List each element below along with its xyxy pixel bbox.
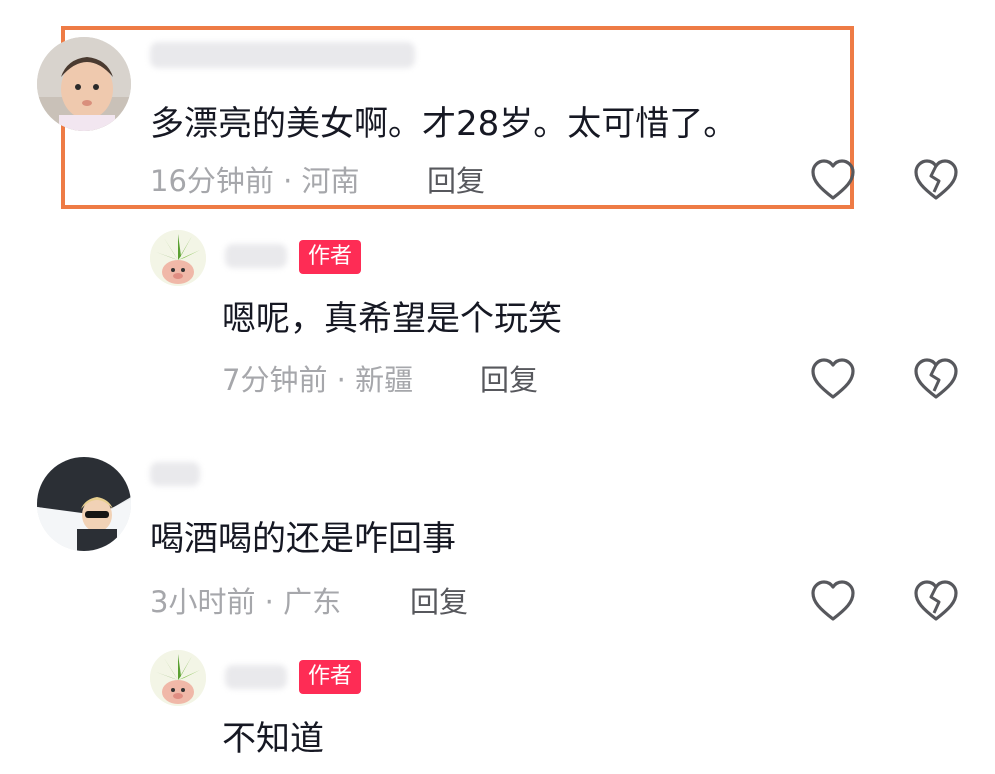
avatar-plant[interactable] — [150, 650, 206, 706]
reply-button[interactable]: 回复 — [410, 583, 468, 621]
avatar-boy[interactable] — [37, 457, 131, 551]
username-blurred[interactable] — [150, 42, 415, 68]
username-blurred[interactable] — [225, 244, 287, 268]
author-badge: 作者 — [299, 660, 362, 694]
avatar-plant[interactable] — [150, 230, 206, 286]
comment-text: 喝酒喝的还是咋回事 — [150, 519, 456, 559]
comment-text: 多漂亮的美女啊。才28岁。太可惜了。 — [150, 104, 738, 144]
dislike-broken-heart-icon[interactable] — [913, 158, 959, 202]
dislike-broken-heart-icon[interactable] — [913, 579, 959, 623]
comment-text: 不知道 — [222, 719, 324, 759]
username-blurred[interactable] — [225, 665, 287, 689]
comment-meta: 7分钟前 · 新疆 — [222, 363, 414, 397]
username-blurred[interactable] — [150, 462, 200, 486]
comment-text: 嗯呢，真希望是个玩笑 — [222, 299, 562, 339]
author-badge: 作者 — [299, 240, 362, 274]
reply-button[interactable]: 回复 — [480, 361, 538, 399]
reply-button[interactable]: 回复 — [427, 162, 485, 200]
comment-meta: 16分钟前 · 河南 — [150, 164, 360, 198]
like-heart-icon[interactable] — [810, 579, 856, 623]
like-heart-icon[interactable] — [810, 158, 856, 202]
like-heart-icon[interactable] — [810, 357, 856, 401]
comment-meta: 3小时前 · 广东 — [150, 585, 342, 619]
avatar-baby[interactable] — [37, 37, 131, 131]
dislike-broken-heart-icon[interactable] — [913, 357, 959, 401]
